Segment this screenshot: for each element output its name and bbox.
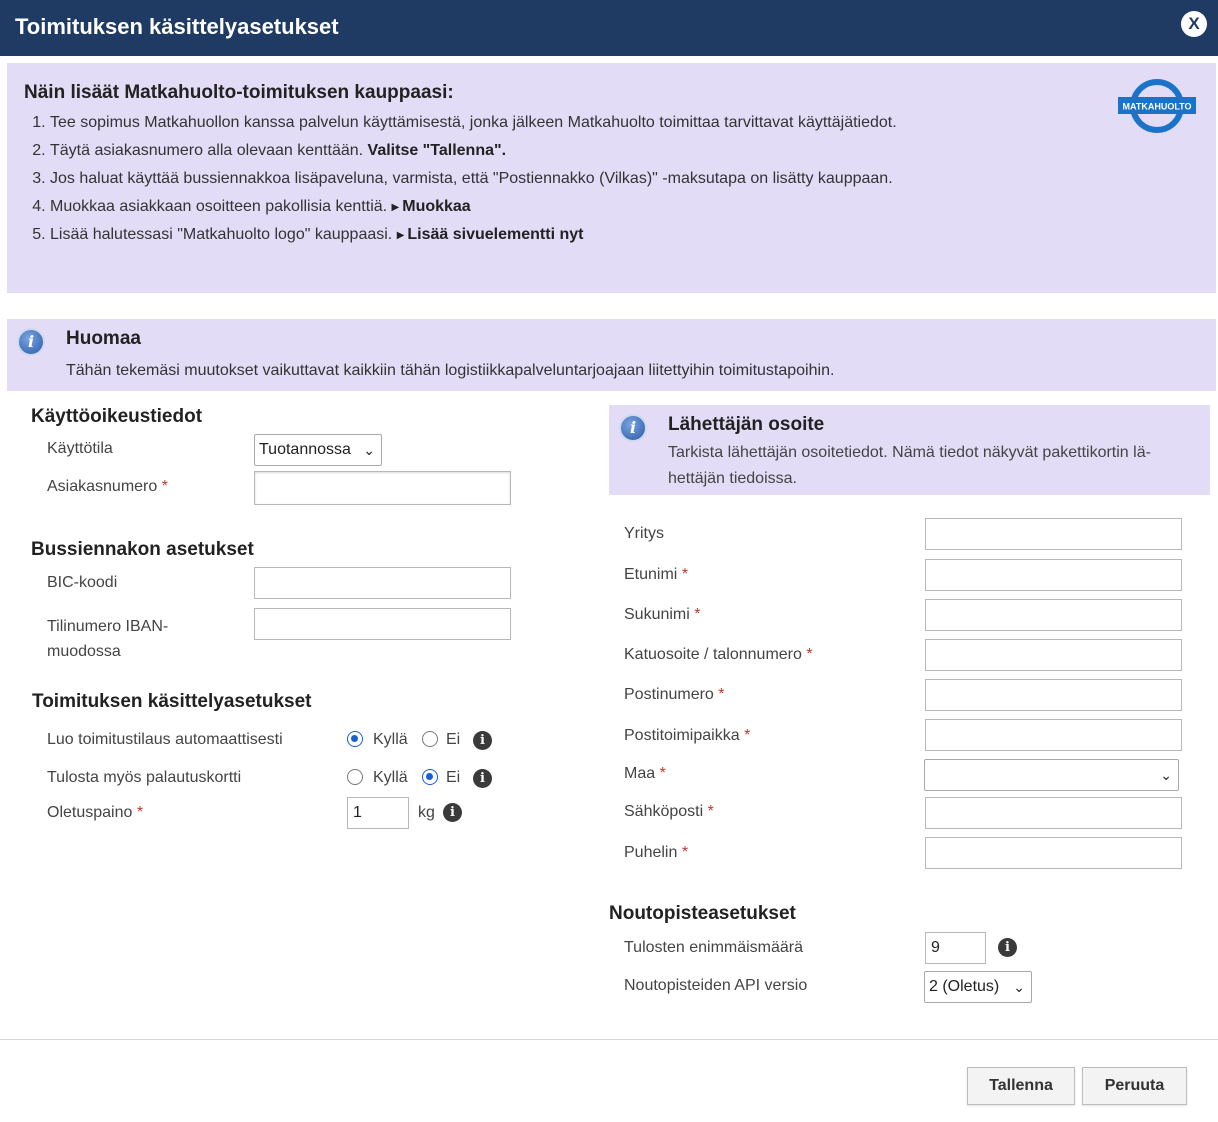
country-label: Maa * (624, 765, 666, 782)
default-weight-input[interactable]: 1 (347, 797, 409, 829)
phone-input[interactable] (925, 837, 1182, 869)
dialog-title: Toimituksen käsittelyasetukset (15, 14, 339, 39)
email-label: Sähköposti * (624, 803, 714, 820)
max-results-input[interactable]: 9 (925, 932, 986, 964)
cod-section-title: Bussiennakon asetukset (31, 539, 254, 560)
info-icon[interactable]: i (473, 769, 492, 788)
max-results-label: Tulosten enimmäismäärä (624, 939, 804, 956)
default-weight-label: Oletuspaino * (47, 804, 144, 821)
chevron-down-icon: ⌄ (363, 442, 375, 458)
info-icon: i (17, 328, 45, 356)
instruction-step-1: Tee sopimus Matkahuollon kanssa palvelun… (50, 114, 1107, 142)
city-input[interactable] (925, 719, 1182, 751)
instructions-panel: Näin lisäät Matkahuolto-toimituksen kaup… (7, 63, 1216, 293)
auto-order-no-radio[interactable] (422, 731, 438, 747)
handling-section-title: Toimituksen käsittelyasetukset (32, 691, 312, 712)
matkahuolto-logo: MATKAHUOLTO (1118, 79, 1196, 133)
company-input[interactable] (925, 518, 1182, 550)
iban-input[interactable] (254, 608, 511, 640)
sender-title: Lähettäjän osoite (668, 414, 825, 435)
chevron-down-icon: ⌄ (1160, 767, 1172, 783)
mode-select[interactable]: Tuotannossa ⌄ (254, 434, 382, 466)
notice-text: Tähän tekemäsi muutokset vaikuttavat kai… (66, 362, 835, 379)
notice-panel: i Huomaa Tähän tekemäsi muutokset vaikut… (7, 319, 1216, 391)
instruction-step-2: Täytä asiakasnumero alla olevaan kenttää… (50, 142, 1107, 170)
return-card-yes-radio[interactable] (347, 769, 363, 785)
return-card-no-radio[interactable] (422, 769, 438, 785)
add-element-link[interactable]: ▶ Lisää sivuelementti nyt (397, 226, 584, 243)
usage-section-title: Käyttöoikeustiedot (31, 406, 203, 427)
bic-input[interactable] (254, 567, 511, 599)
caret-right-icon: ▶ (396, 230, 405, 241)
email-input[interactable] (925, 797, 1182, 829)
info-icon: i (619, 414, 647, 442)
street-input[interactable] (925, 639, 1182, 671)
svg-text:MATKAHUOLTO: MATKAHUOLTO (1123, 102, 1192, 112)
caret-right-icon: ▶ (391, 202, 400, 213)
instruction-save-hint: Valitse "Tallenna". (367, 142, 507, 159)
auto-order-label: Luo toimitustilaus automaattisesti (47, 731, 283, 748)
auto-order-yes-radio[interactable] (347, 731, 363, 747)
pickup-section-title: Noutopisteasetukset (609, 903, 796, 924)
firstname-label: Etunimi * (624, 566, 689, 583)
cancel-button[interactable]: Peruuta (1082, 1067, 1187, 1105)
info-icon[interactable]: i (998, 938, 1017, 957)
api-version-label: Noutopisteiden API versio (624, 977, 808, 994)
sender-panel: i Lähettäjän osoite Tarkista lähettäjän … (609, 405, 1210, 495)
zip-input[interactable] (925, 679, 1182, 711)
sender-text: Tarkista lähettäjän osoitetiedot. Nämä t… (668, 444, 1151, 487)
dialog-titlebar: Toimituksen käsittelyasetukset X (0, 0, 1218, 56)
footer-divider (0, 1039, 1218, 1040)
firstname-input[interactable] (925, 559, 1182, 591)
mode-label: Käyttötila (47, 440, 113, 457)
customer-number-label: Asiakasnumero * (47, 478, 168, 495)
notice-title: Huomaa (66, 328, 141, 349)
city-label: Postitoimipaikka * (624, 727, 751, 744)
zip-label: Postinumero * (624, 686, 725, 703)
weight-unit: kg (418, 804, 435, 821)
edit-address-link[interactable]: ▶ Muokkaa (392, 198, 471, 215)
phone-label: Puhelin * (624, 844, 689, 861)
api-version-select[interactable]: 2 (Oletus) ⌄ (924, 971, 1032, 1003)
instruction-step-5: Lisää halutessasi "Matkahuolto logo" kau… (50, 226, 1107, 254)
lastname-label: Sukunimi * (624, 606, 701, 623)
chevron-down-icon: ⌄ (1013, 979, 1025, 995)
customer-number-input[interactable] (254, 471, 511, 505)
lastname-input[interactable] (925, 599, 1182, 631)
instruction-step-4: Muokkaa asiakkaan osoitteen pakollisia k… (50, 198, 1107, 226)
instructions-heading: Näin lisäät Matkahuolto-toimituksen kaup… (24, 82, 454, 103)
instruction-step-3: Jos haluat käyttää bussiennakkoa lisäpav… (50, 170, 1107, 198)
bic-label: BIC-koodi (47, 574, 118, 591)
country-select[interactable]: ⌄ (924, 759, 1179, 791)
street-label: Katuosoite / talonnumero * (624, 646, 813, 663)
return-card-yes-label[interactable]: Kyllä (373, 769, 408, 787)
info-icon[interactable]: i (443, 803, 462, 822)
iban-label: Tilinumero IBAN-muodossa (47, 618, 169, 660)
auto-order-yes-label[interactable]: Kyllä (373, 731, 408, 749)
return-card-no-label[interactable]: Ei (446, 769, 460, 787)
info-icon[interactable]: i (473, 731, 492, 750)
return-card-label: Tulosta myös palautuskortti (47, 769, 242, 786)
save-button[interactable]: Tallenna (967, 1067, 1075, 1105)
close-button[interactable]: X (1181, 11, 1207, 37)
auto-order-no-label[interactable]: Ei (446, 731, 460, 749)
instructions-list: Tee sopimus Matkahuollon kanssa palvelun… (7, 114, 1107, 254)
company-label: Yritys (624, 525, 664, 542)
